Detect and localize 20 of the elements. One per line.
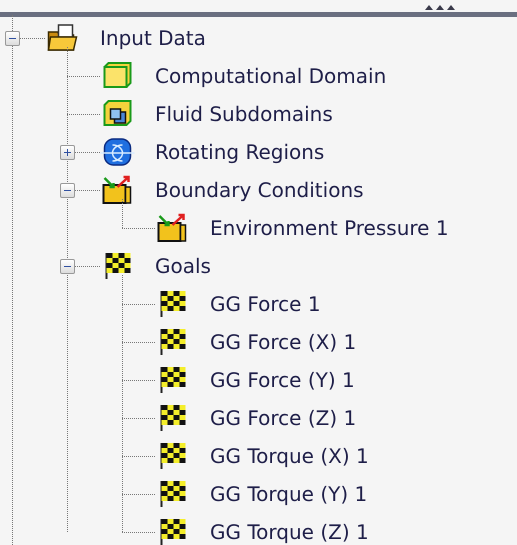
tree-item[interactable]: Rotating Regions [155, 140, 324, 164]
tree-item[interactable]: Fluid Subdomains [155, 102, 333, 126]
collapse-toggle[interactable] [4, 30, 20, 46]
tree-item[interactable]: GG Torque (Y) 1 [210, 482, 368, 506]
collapse-toggle[interactable] [60, 182, 74, 198]
expand-toggle[interactable] [60, 144, 74, 160]
tree-item[interactable]: Boundary Conditions [155, 178, 364, 202]
tree-item[interactable]: Input Data [100, 26, 206, 50]
tree-item[interactable]: GG Force (Z) 1 [210, 406, 356, 430]
tree-item[interactable]: Goals [155, 254, 211, 278]
tree-item[interactable]: Environment Pressure 1 [210, 216, 449, 240]
tree-item[interactable]: GG Force (X) 1 [210, 330, 356, 354]
tree-item[interactable]: GG Torque (X) 1 [210, 444, 369, 468]
tree-item[interactable]: GG Force (Y) 1 [210, 368, 355, 392]
tree-item[interactable]: GG Force 1 [210, 292, 321, 316]
splitter-grip-icon[interactable] [425, 4, 455, 10]
tree-item[interactable]: GG Torque (Z) 1 [210, 520, 369, 544]
tree-item[interactable]: Computational Domain [155, 64, 386, 88]
folder-icon [45, 23, 80, 53]
collapse-toggle[interactable] [60, 258, 74, 274]
